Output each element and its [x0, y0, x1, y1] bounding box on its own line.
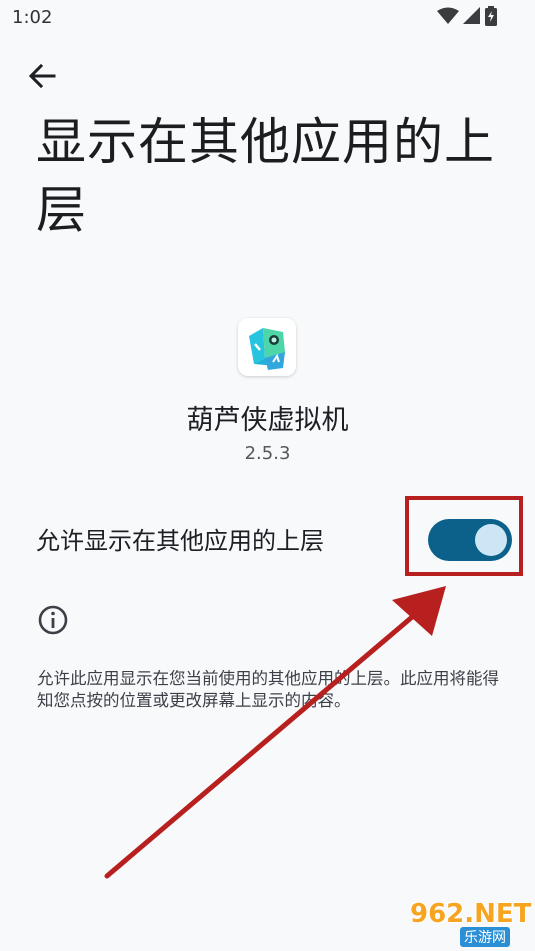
watermark-subtitle: 乐游网 [460, 927, 510, 947]
watermark-brand: 962.NET [410, 899, 532, 929]
watermark-logo: 962.NET 乐游网 [390, 895, 532, 947]
annotation-arrow [104, 586, 446, 879]
